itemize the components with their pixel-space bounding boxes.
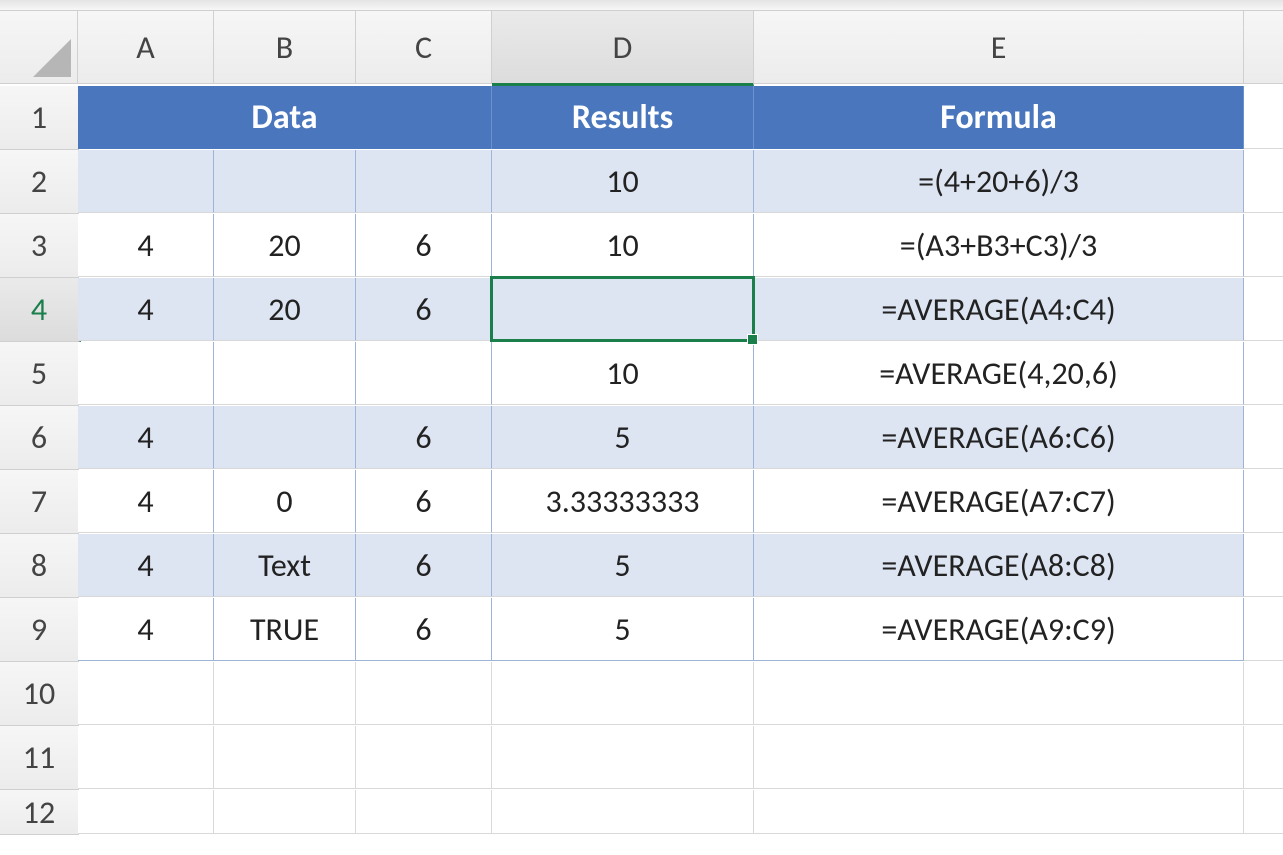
cell-C12[interactable] [356,790,492,834]
cell-C5[interactable] [356,342,492,405]
cell-B8[interactable]: Text [214,534,356,597]
cell-D6[interactable]: 5 [492,406,754,469]
row-header-11[interactable]: 11 [0,726,79,790]
cell-A6[interactable]: 4 [78,406,214,469]
cell-E5[interactable]: =AVERAGE(4,20,6) [754,342,1244,405]
cell-B9[interactable]: TRUE [214,598,356,661]
cell-D3[interactable]: 10 [492,214,754,277]
cell-E6[interactable]: =AVERAGE(A6:C6) [754,406,1244,469]
cell-F10[interactable] [1244,662,1283,725]
cell-F5[interactable] [1244,342,1283,405]
row-header-4[interactable]: 4 [0,278,81,342]
cell-C6[interactable]: 6 [356,406,492,469]
cell-C11[interactable] [356,726,492,789]
cell-D5[interactable]: 10 [492,342,754,405]
cell-A11[interactable] [78,726,214,789]
row-header-5[interactable]: 5 [0,342,79,406]
cell-D9[interactable]: 5 [492,598,754,661]
select-all-corner[interactable] [0,11,78,84]
cell-E4[interactable]: =AVERAGE(A4:C4) [754,278,1244,341]
cell-B7[interactable]: 0 [214,470,356,533]
cell-A5[interactable] [78,342,214,405]
cell-D10[interactable] [492,662,754,725]
cell-D8[interactable]: 5 [492,534,754,597]
cell-F2[interactable] [1244,150,1283,213]
cell-E7[interactable]: =AVERAGE(A7:C7) [754,470,1244,533]
cell-E3[interactable]: =(A3+B3+C3)/3 [754,214,1244,277]
table-header-data[interactable]: Data [78,86,492,149]
cell-C2[interactable] [356,150,492,213]
cell-E12[interactable] [754,790,1244,834]
cell-A8[interactable]: 4 [78,534,214,597]
cell-B2[interactable] [214,150,356,213]
cell-E2[interactable]: =(4+20+6)/3 [754,150,1244,213]
cell-B4[interactable]: 20 [214,278,356,341]
row-header-10[interactable]: 10 [0,662,79,726]
cell-B12[interactable] [214,790,356,834]
cell-A2[interactable] [78,150,214,213]
row-header-7[interactable]: 7 [0,470,79,534]
cell-F3[interactable] [1244,214,1283,277]
cell-C9[interactable]: 6 [356,598,492,661]
col-header-C[interactable]: C [356,11,492,84]
table-header-formula[interactable]: Formula [754,86,1244,149]
cell-E8[interactable]: =AVERAGE(A8:C8) [754,534,1244,597]
cell-B11[interactable] [214,726,356,789]
row-header-9[interactable]: 9 [0,598,79,662]
cell-E10[interactable] [754,662,1244,725]
cell-B6[interactable] [214,406,356,469]
col-header-overflow[interactable] [1244,11,1283,84]
cell-B5[interactable] [214,342,356,405]
cell-C8[interactable]: 6 [356,534,492,597]
cell-F9[interactable] [1244,598,1283,661]
row-header-3[interactable]: 3 [0,214,79,278]
cell-C10[interactable] [356,662,492,725]
cell-A12[interactable] [78,790,214,834]
cell-D12[interactable] [492,790,754,834]
cell-D2[interactable]: 10 [492,150,754,213]
cell-A10[interactable] [78,662,214,725]
cell-F6[interactable] [1244,406,1283,469]
cell-C3[interactable]: 6 [356,214,492,277]
col-header-E[interactable]: E [754,11,1244,84]
row-header-2[interactable]: 2 [0,150,79,214]
row-header-8[interactable]: 8 [0,534,79,598]
cell-B3[interactable]: 20 [214,214,356,277]
cell-E11[interactable] [754,726,1244,789]
cell-F12[interactable] [1244,790,1283,834]
cell-C7[interactable]: 6 [356,470,492,533]
cell-F8[interactable] [1244,534,1283,597]
cell-F4[interactable] [1244,278,1283,341]
row-header-1[interactable]: 1 [0,86,79,150]
cell-B10[interactable] [214,662,356,725]
cell-D7[interactable]: 3.33333333 [492,470,754,533]
cell-C4[interactable]: 6 [356,278,492,341]
spreadsheet-grid: A B C D E 1 Data Results Formula 2 10 =(… [0,11,1283,835]
cell-A9[interactable]: 4 [78,598,214,661]
cell-D4[interactable] [492,278,754,341]
col-header-B[interactable]: B [214,11,356,84]
cell-E9[interactable]: =AVERAGE(A9:C9) [754,598,1244,661]
window-top-strip [0,0,1283,11]
cell-A4[interactable]: 4 [78,278,214,341]
cell-A7[interactable]: 4 [78,470,214,533]
cell-A3[interactable]: 4 [78,214,214,277]
row-header-12[interactable]: 12 [0,790,79,835]
col-header-D[interactable]: D [492,11,754,86]
row-header-6[interactable]: 6 [0,406,79,470]
cell-F1[interactable] [1244,86,1283,149]
cell-F7[interactable] [1244,470,1283,533]
cell-F11[interactable] [1244,726,1283,789]
cell-D11[interactable] [492,726,754,789]
col-header-A[interactable]: A [78,11,214,84]
table-header-results[interactable]: Results [492,86,754,149]
